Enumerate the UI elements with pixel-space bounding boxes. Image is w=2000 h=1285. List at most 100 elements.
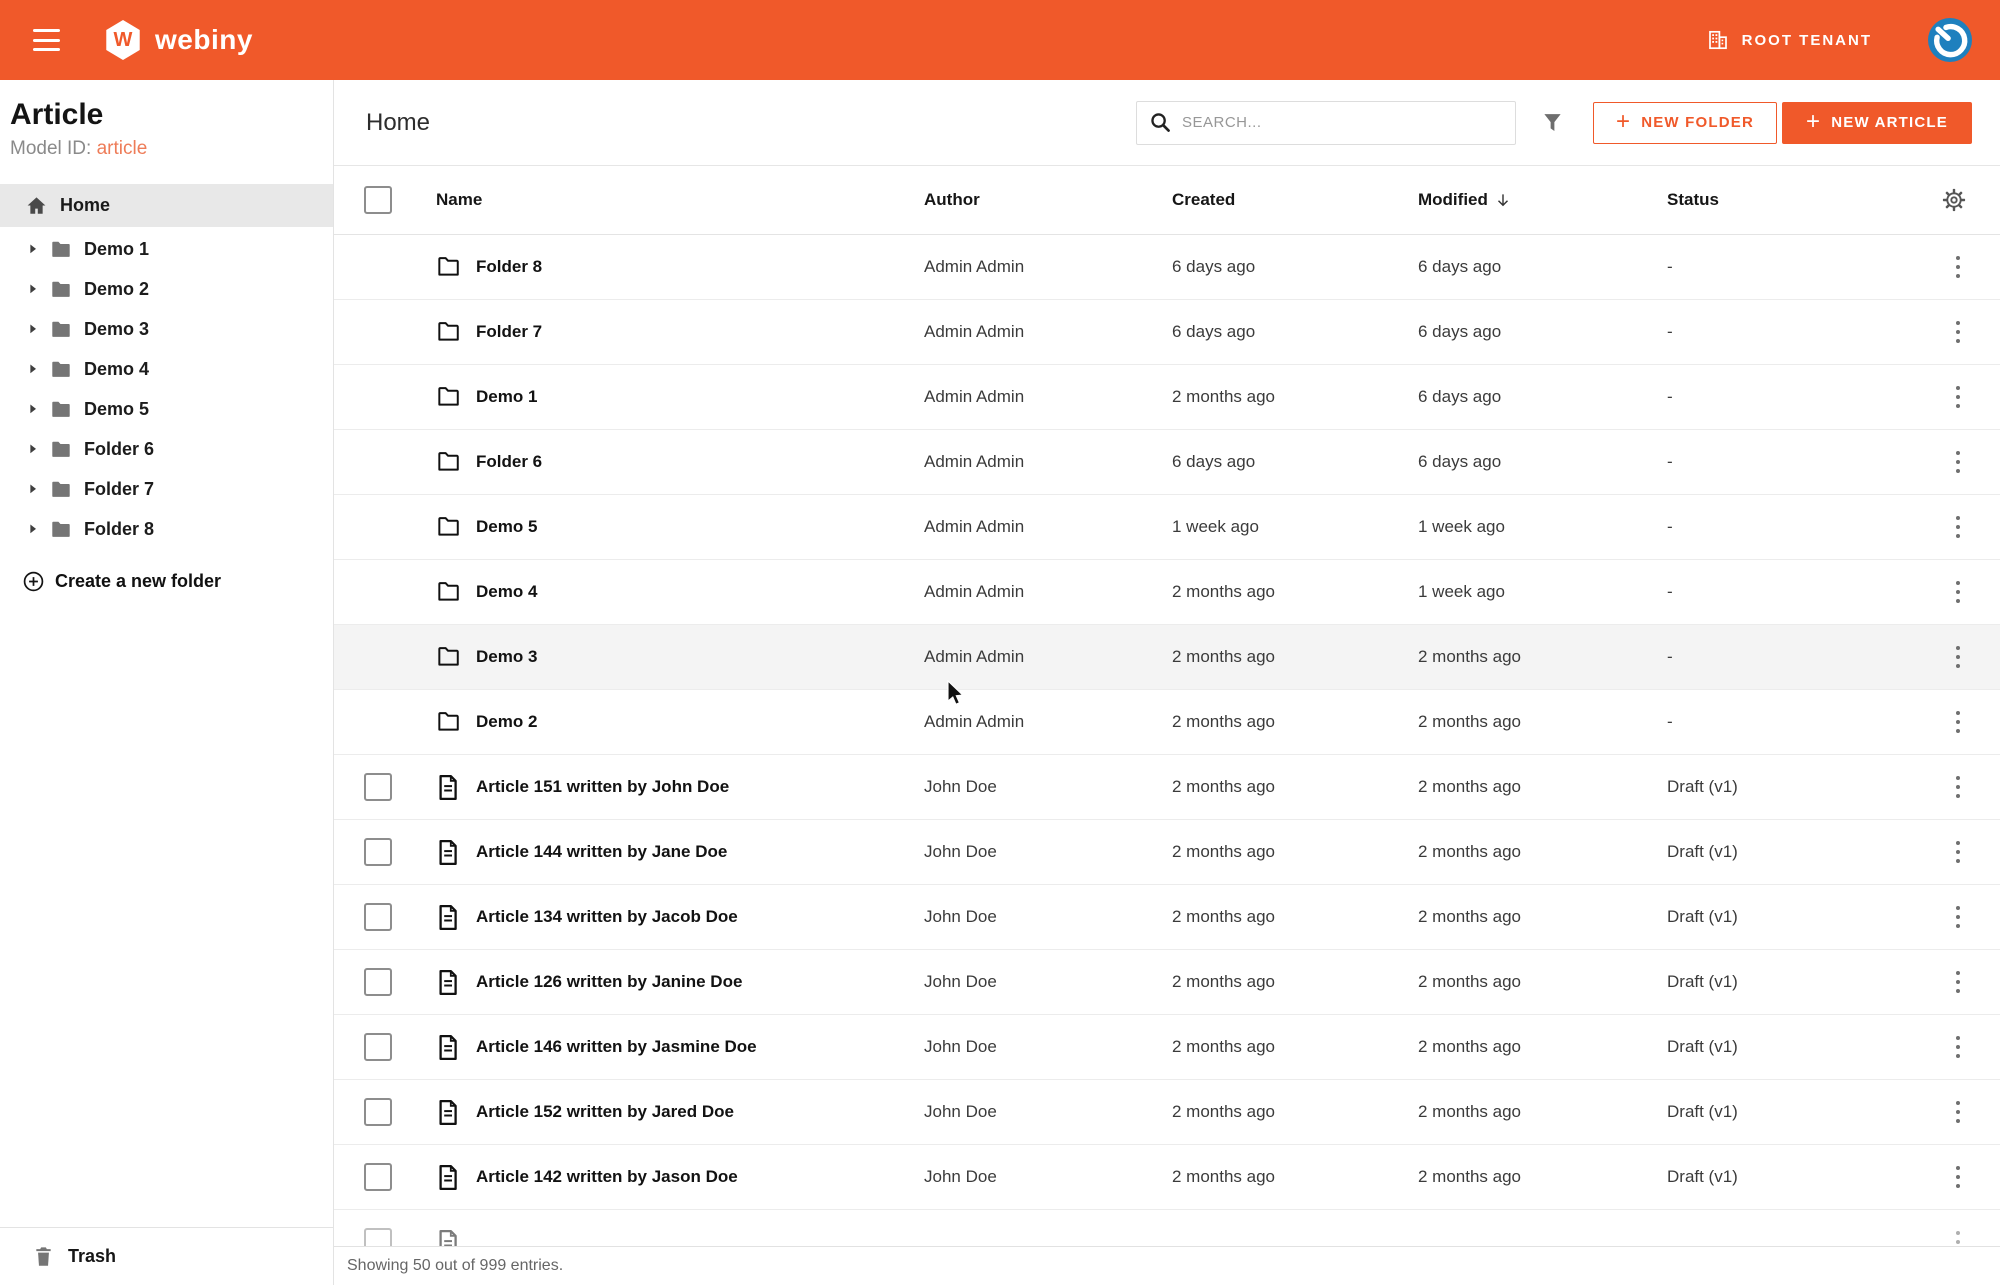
folder-icon — [436, 514, 461, 540]
table-row[interactable]: Article 151 written by John Doe John Doe… — [334, 755, 2000, 820]
table-row[interactable]: Article 144 written by Jane Doe John Doe… — [334, 820, 2000, 885]
row-checkbox[interactable] — [364, 1033, 392, 1061]
row-name[interactable]: Demo 5 — [476, 517, 537, 537]
tenant-selector[interactable]: ROOT TENANT — [1706, 28, 1872, 52]
row-checkbox[interactable] — [364, 968, 392, 996]
row-status: Draft (v1) — [1667, 972, 1915, 992]
webiny-logo: W webiny — [104, 20, 253, 60]
user-avatar[interactable] — [1927, 17, 1973, 63]
sidebar-folder-item[interactable]: Demo 3 — [0, 309, 333, 349]
row-menu-kebab-icon[interactable] — [1950, 1030, 1966, 1065]
create-folder-button[interactable]: Create a new folder — [0, 563, 333, 599]
column-created[interactable]: Created — [1172, 190, 1418, 210]
table-row[interactable]: Demo 5 Admin Admin 1 week ago 1 week ago… — [334, 495, 2000, 560]
row-name[interactable]: Folder 7 — [476, 322, 542, 342]
table-row[interactable]: Article 126 written by Janine Doe John D… — [334, 950, 2000, 1015]
row-name[interactable]: Article 151 written by John Doe — [476, 777, 729, 797]
table-row[interactable]: Demo 3 Admin Admin 2 months ago 2 months… — [334, 625, 2000, 690]
row-menu-kebab-icon[interactable] — [1950, 705, 1966, 740]
search-input[interactable] — [1182, 114, 1505, 131]
row-author: John Doe — [924, 1037, 1172, 1057]
row-name[interactable]: Folder 8 — [476, 257, 542, 277]
table-row[interactable]: Article 146 written by Jasmine Doe John … — [334, 1015, 2000, 1080]
chevron-right-icon[interactable] — [24, 320, 42, 338]
row-name[interactable]: Demo 3 — [476, 647, 537, 667]
row-name[interactable]: Demo 2 — [476, 712, 537, 732]
row-name[interactable]: Article 146 written by Jasmine Doe — [476, 1037, 757, 1057]
sidebar-folder-item[interactable]: Folder 8 — [0, 509, 333, 549]
row-menu-kebab-icon[interactable] — [1950, 250, 1966, 285]
row-menu-kebab-icon[interactable] — [1950, 445, 1966, 480]
row-author: Admin Admin — [924, 582, 1172, 602]
row-menu-kebab-icon[interactable] — [1950, 900, 1966, 935]
sidebar-item-home[interactable]: Home — [0, 184, 333, 227]
sidebar-folder-item[interactable]: Folder 6 — [0, 429, 333, 469]
name-cell: Demo 3 — [364, 643, 924, 671]
row-name[interactable]: Demo 4 — [476, 582, 537, 602]
row-name[interactable]: Article 134 written by Jacob Doe — [476, 907, 738, 927]
column-name[interactable]: Name — [436, 190, 482, 210]
row-menu-kebab-icon[interactable] — [1950, 510, 1966, 545]
row-name[interactable]: Article 142 written by Jason Doe — [476, 1167, 738, 1187]
column-status[interactable]: Status — [1667, 190, 1915, 210]
row-checkbox[interactable] — [364, 1163, 392, 1191]
menu-icon[interactable] — [33, 29, 60, 51]
row-menu-kebab-icon[interactable] — [1950, 575, 1966, 610]
sort-desc-icon — [1494, 191, 1512, 209]
select-all-checkbox[interactable] — [364, 186, 392, 214]
row-checkbox[interactable] — [364, 903, 392, 931]
filter-icon[interactable] — [1540, 110, 1565, 135]
chevron-right-icon[interactable] — [24, 440, 42, 458]
sidebar-folder-item[interactable]: Demo 5 — [0, 389, 333, 429]
row-created: 2 months ago — [1172, 1102, 1418, 1122]
chevron-right-icon[interactable] — [24, 520, 42, 538]
sidebar-folder-item[interactable]: Demo 4 — [0, 349, 333, 389]
row-checkbox[interactable] — [364, 1098, 392, 1126]
row-menu-kebab-icon[interactable] — [1950, 315, 1966, 350]
row-name[interactable]: Article 144 written by Jane Doe — [476, 842, 727, 862]
table-row[interactable]: Article 134 written by Jacob Doe John Do… — [334, 885, 2000, 950]
row-created: 2 months ago — [1172, 647, 1418, 667]
row-menu-kebab-icon[interactable] — [1950, 1160, 1966, 1195]
name-cell: Folder 8 — [364, 253, 924, 281]
row-menu-kebab-icon[interactable] — [1950, 380, 1966, 415]
row-name[interactable]: Demo 1 — [476, 387, 537, 407]
chevron-right-icon[interactable] — [24, 280, 42, 298]
row-author: Admin Admin — [924, 322, 1172, 342]
row-name[interactable]: Article 126 written by Janine Doe — [476, 972, 742, 992]
row-checkbox[interactable] — [364, 773, 392, 801]
new-article-button[interactable]: + NEW ARTICLE — [1782, 102, 1972, 144]
table-row[interactable]: Folder 6 Admin Admin 6 days ago 6 days a… — [334, 430, 2000, 495]
new-folder-button[interactable]: + NEW FOLDER — [1593, 102, 1777, 144]
chevron-right-icon[interactable] — [24, 240, 42, 258]
folder-icon — [436, 319, 461, 345]
table-row[interactable]: Demo 1 Admin Admin 2 months ago 6 days a… — [334, 365, 2000, 430]
row-name[interactable]: Folder 6 — [476, 452, 542, 472]
table-row[interactable]: Demo 2 Admin Admin 2 months ago 2 months… — [334, 690, 2000, 755]
row-menu-kebab-icon[interactable] — [1950, 770, 1966, 805]
table-row[interactable]: Article 152 written by Jared Doe John Do… — [334, 1080, 2000, 1145]
chevron-right-icon[interactable] — [24, 480, 42, 498]
trash-button[interactable]: Trash — [33, 1245, 116, 1268]
chevron-right-icon[interactable] — [24, 360, 42, 378]
folder-tree: Demo 1 Demo 2 Demo 3 Demo 4 — [0, 229, 333, 549]
row-status: - — [1667, 517, 1915, 537]
row-name[interactable]: Article 152 written by Jared Doe — [476, 1102, 734, 1122]
chevron-right-icon[interactable] — [24, 400, 42, 418]
row-menu-kebab-icon[interactable] — [1950, 965, 1966, 1000]
sidebar-folder-item[interactable]: Folder 7 — [0, 469, 333, 509]
sidebar-folder-item[interactable]: Demo 2 — [0, 269, 333, 309]
table-settings-gear-icon[interactable] — [1942, 188, 1966, 212]
table-row[interactable]: Folder 8 Admin Admin 6 days ago 6 days a… — [334, 235, 2000, 300]
row-menu-kebab-icon[interactable] — [1950, 1095, 1966, 1130]
column-author[interactable]: Author — [924, 190, 1172, 210]
row-checkbox[interactable] — [364, 838, 392, 866]
table-row[interactable]: Article 142 written by Jason Doe John Do… — [334, 1145, 2000, 1210]
row-menu-kebab-icon[interactable] — [1950, 835, 1966, 870]
sidebar-folder-label: Demo 5 — [84, 399, 149, 420]
row-menu-kebab-icon[interactable] — [1950, 640, 1966, 675]
sidebar-folder-item[interactable]: Demo 1 — [0, 229, 333, 269]
table-row[interactable]: Folder 7 Admin Admin 6 days ago 6 days a… — [334, 300, 2000, 365]
table-row[interactable]: Demo 4 Admin Admin 2 months ago 1 week a… — [334, 560, 2000, 625]
column-modified[interactable]: Modified — [1418, 190, 1667, 210]
